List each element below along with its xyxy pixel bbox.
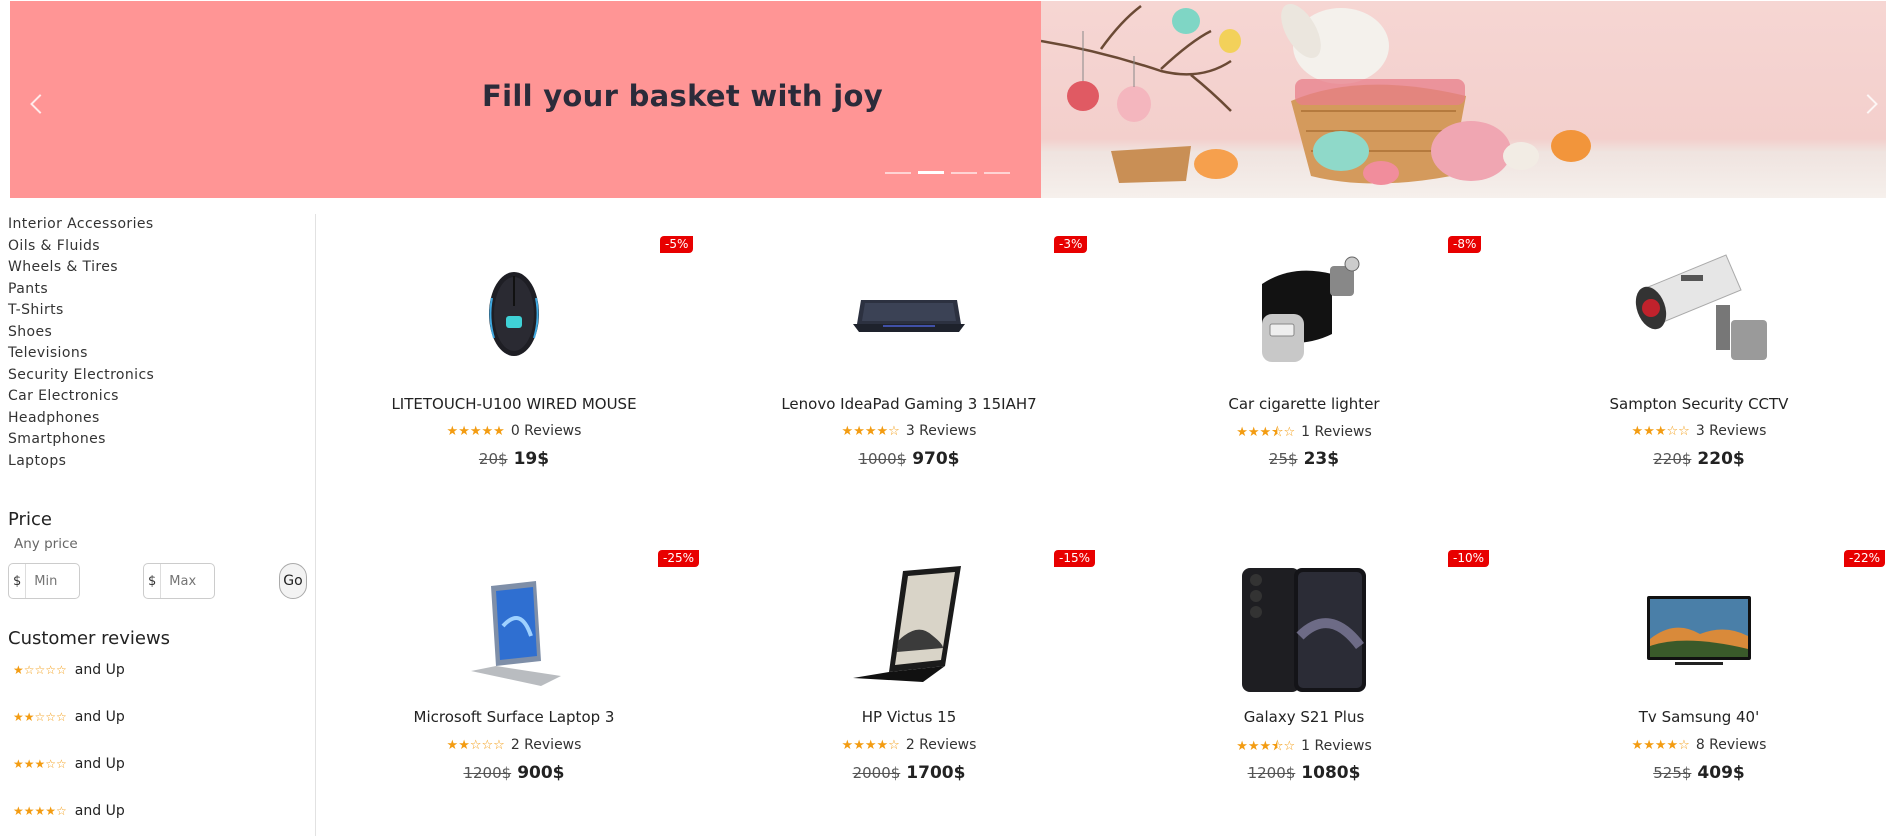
currency-label: $ <box>13 573 22 589</box>
discount-badge: -22% <box>1844 550 1886 567</box>
product-price: 1200$ 900$ <box>317 763 711 783</box>
current-price: 900$ <box>517 763 565 783</box>
old-price: 1200$ <box>463 764 512 782</box>
review-filter-4-star[interactable]: ★★★★☆ and Up <box>13 803 125 819</box>
old-price: 1200$ <box>1247 764 1296 782</box>
star-rating-icon: ★★☆☆☆ <box>13 710 67 724</box>
smartphone-image[interactable] <box>1240 566 1368 694</box>
product-name[interactable]: Tv Samsung 40' <box>1502 708 1886 726</box>
product-card[interactable]: -8% Car cigarette lighter ★★★⯪☆ 1 Reviews… <box>1107 0 1501 469</box>
review-filter-3-star[interactable]: ★★★☆☆ and Up <box>13 756 125 772</box>
category-item[interactable]: Televisions <box>8 343 315 365</box>
product-price: 525$ 409$ <box>1502 763 1886 783</box>
category-item[interactable]: T-Shirts <box>8 300 315 322</box>
product-rating: ★★★⯪☆ 1 Reviews <box>1107 737 1501 759</box>
product-name[interactable]: HP Victus 15 <box>712 708 1106 726</box>
discount-badge: -15% <box>1054 550 1096 567</box>
current-price: 409$ <box>1697 763 1745 783</box>
discount-badge: -10% <box>1448 550 1490 567</box>
product-name[interactable]: Microsoft Surface Laptop 3 <box>317 708 711 726</box>
category-item[interactable]: Shoes <box>8 322 315 344</box>
filter-sidebar: Interior Accessories Oils & Fluids Wheel… <box>0 214 316 836</box>
product-card[interactable]: -25% Microsoft Surface Laptop 3 ★★☆☆☆ 2 R… <box>317 314 711 783</box>
product-rating: ★★☆☆☆ 2 Reviews <box>317 737 711 753</box>
price-heading: Price <box>8 509 52 530</box>
product-price: 1200$ 1080$ <box>1107 763 1501 783</box>
any-price-link[interactable]: Any price <box>14 536 78 552</box>
old-price: 525$ <box>1653 764 1692 782</box>
category-item[interactable]: Security Electronics <box>8 365 315 387</box>
review-count: 8 Reviews <box>1695 737 1767 753</box>
category-item[interactable]: Wheels & Tires <box>8 257 315 279</box>
currency-label: $ <box>148 573 157 589</box>
category-item[interactable]: Car Electronics <box>8 386 315 408</box>
surface-image[interactable] <box>461 576 567 690</box>
customer-reviews-heading: Customer reviews <box>8 628 171 649</box>
price-go-button[interactable]: Go <box>279 563 307 599</box>
category-item[interactable]: Pants <box>8 279 315 301</box>
discount-badge: -25% <box>658 550 700 567</box>
product-card[interactable]: Sampton Security CCTV ★★★☆☆ 3 Reviews 220… <box>1502 0 1886 469</box>
current-price: 1700$ <box>906 763 966 783</box>
category-item[interactable]: Headphones <box>8 408 315 430</box>
review-filter-2-star[interactable]: ★★☆☆☆ and Up <box>13 709 125 725</box>
product-card[interactable]: -15% HP Victus 15 ★★★★☆ 2 Reviews 2000$ 17… <box>712 314 1106 783</box>
max-price-field: $ <box>143 563 217 599</box>
product-name[interactable]: Galaxy S21 Plus <box>1107 708 1501 726</box>
discount-badge: -5% <box>660 236 694 253</box>
category-item[interactable]: Interior Accessories <box>8 214 315 236</box>
category-list: Interior Accessories Oils & Fluids Wheel… <box>0 214 315 472</box>
star-rating-icon: ★★★★☆ <box>13 804 67 818</box>
review-filter-label: and Up <box>74 709 125 725</box>
star-rating-icon: ★★☆☆☆ <box>446 738 505 753</box>
review-count: 2 Reviews <box>510 737 582 753</box>
star-rating-icon: ★★★★☆ <box>841 738 900 753</box>
category-item[interactable]: Laptops <box>8 451 315 473</box>
max-price-input[interactable] <box>160 564 217 598</box>
product-rating: ★★★★☆ 8 Reviews <box>1502 737 1886 753</box>
review-count: 2 Reviews <box>905 737 977 753</box>
product-card[interactable]: -5% LITETOUCH-U100 WIRED MOUSE ★★★★★ 0 Re… <box>317 0 711 469</box>
discount-badge: -3% <box>1054 236 1088 253</box>
product-rating: ★★★★☆ 2 Reviews <box>712 737 1106 753</box>
star-rating-icon: ★★★☆☆ <box>13 757 67 771</box>
review-filter-label: and Up <box>74 803 125 819</box>
min-price-field: $ <box>8 563 82 599</box>
current-price: 1080$ <box>1301 763 1361 783</box>
product-card[interactable]: -22% Tv Samsung 40' ★★★★☆ 8 Reviews 525$ 4… <box>1502 314 1886 783</box>
category-item[interactable]: Smartphones <box>8 429 315 451</box>
min-price-input[interactable] <box>25 564 82 598</box>
review-filter-label: and Up <box>74 756 125 772</box>
product-price: 2000$ 1700$ <box>712 763 1106 783</box>
product-card[interactable]: -3% Lenovo IdeaPad Gaming 3 15IAH7 ★★★★☆… <box>712 0 1106 469</box>
product-card[interactable]: -10% Galaxy S21 Plus ★★★⯪☆ 1 Reviews 1200… <box>1107 314 1501 783</box>
review-filter-1-star[interactable]: ★☆☆☆☆ and Up <box>13 662 125 678</box>
television-image[interactable] <box>1645 594 1753 672</box>
star-rating-icon: ★★★⯪☆ <box>1236 739 1296 754</box>
review-filter-label: and Up <box>74 662 125 678</box>
review-count: 1 Reviews <box>1301 738 1372 754</box>
star-rating-icon: ★★★★☆ <box>1631 738 1690 753</box>
star-rating-icon: ★☆☆☆☆ <box>13 663 67 677</box>
laptop-image[interactable] <box>853 566 965 690</box>
old-price: 2000$ <box>852 764 901 782</box>
category-item[interactable]: Oils & Fluids <box>8 236 315 258</box>
discount-badge: -8% <box>1448 236 1482 253</box>
